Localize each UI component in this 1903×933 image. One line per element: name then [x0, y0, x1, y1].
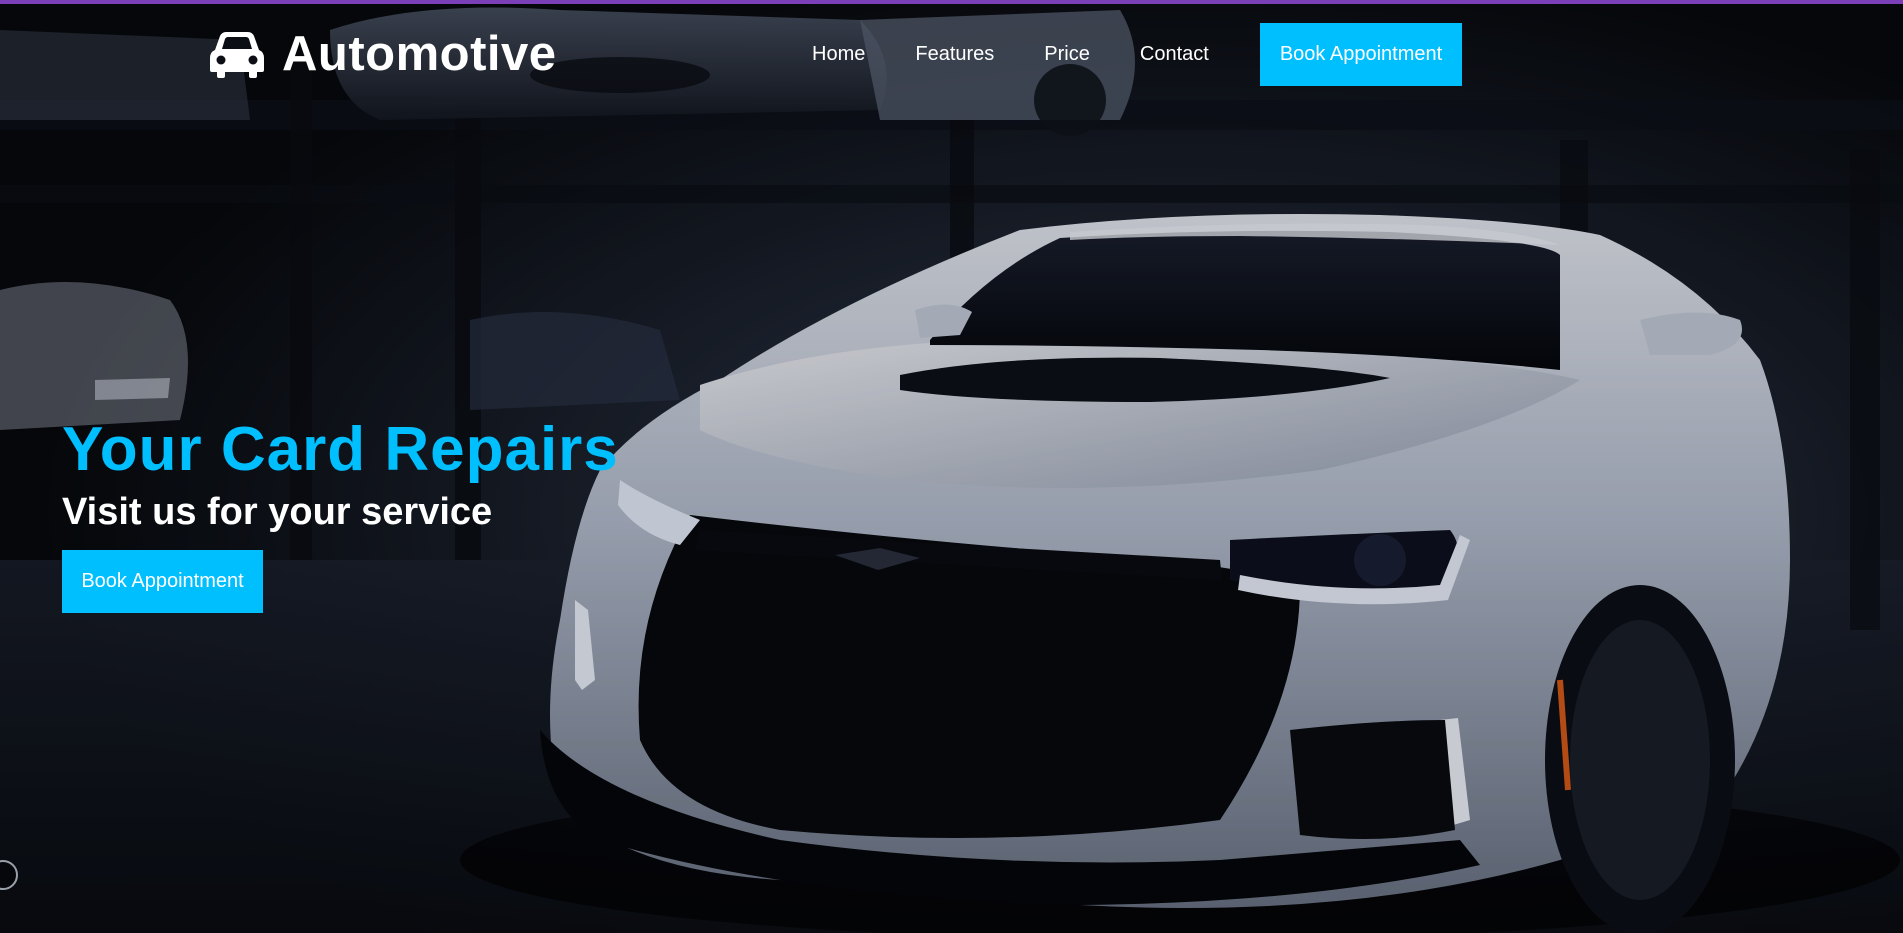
nav-menu: Home Features Price Contact	[812, 4, 1259, 104]
nav-book-appointment-button[interactable]: Book Appointment	[1260, 23, 1462, 86]
hero-subtitle: Visit us for your service	[62, 491, 493, 533]
navbar: Automotive Home Features Price Contact B…	[0, 4, 1903, 104]
nav-link-features[interactable]: Features	[915, 43, 994, 66]
hero-title: Your Card Repairs	[62, 415, 619, 484]
nav-link-contact[interactable]: Contact	[1140, 43, 1209, 66]
page: Automotive Home Features Price Contact B…	[0, 0, 1903, 933]
nav-link-home[interactable]: Home	[812, 43, 865, 66]
hero-content: Your Card Repairs Visit us for your serv…	[62, 415, 619, 613]
nav-link-price[interactable]: Price	[1044, 43, 1090, 66]
brand-name: Automotive	[282, 27, 557, 81]
brand-logo-link[interactable]: Automotive	[210, 26, 557, 82]
hero-book-appointment-button[interactable]: Book Appointment	[62, 550, 263, 613]
car-icon	[210, 32, 264, 78]
top-accent-strip	[0, 0, 1903, 4]
